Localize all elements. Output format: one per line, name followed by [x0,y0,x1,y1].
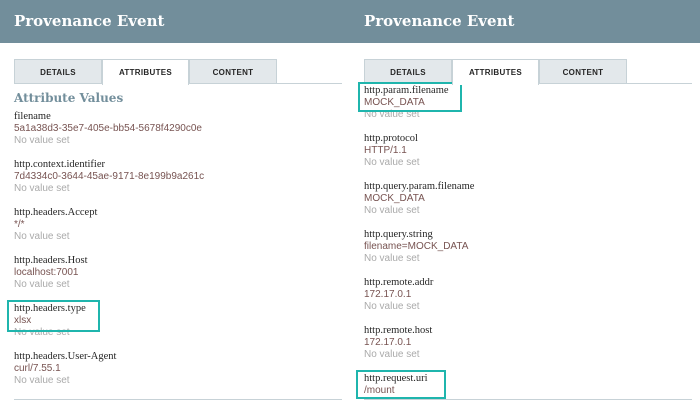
tab-content[interactable]: CONTENT [539,59,627,84]
attribute-item: http.query.param.filename MOCK_DATA No v… [364,180,694,228]
attribute-item: http.headers.User-Agent curl/7.55.1 No v… [14,350,344,398]
attribute-values-heading: Attribute Values [14,91,124,105]
attribute-name: http.request.uri [364,373,428,384]
tab-bar: DETAILS ATTRIBUTES CONTENT [364,59,692,85]
attribute-item: http.remote.host 172.17.0.1 No value set [364,324,694,372]
attribute-value: xlsx [14,315,32,326]
attribute-value: HTTP/1.1 [364,145,407,156]
attribute-item: filename 5a1a38d3-35e7-405e-bb54-5678f42… [14,110,344,158]
attribute-name: http.query.string [364,229,433,240]
attribute-list: filename 5a1a38d3-35e7-405e-bb54-5678f42… [14,110,344,398]
panel-bottom-divider [364,399,692,400]
attribute-item: http.headers.Host localhost:7001 No valu… [14,254,344,302]
attribute-previous-value: No value set [364,157,420,168]
attribute-name: http.context.identifier [14,159,105,170]
attribute-previous-value: No value set [14,135,70,146]
attribute-previous-value: No value set [364,301,420,312]
attribute-value: 7d4334c0-3644-45ae-9171-8e199b9a261c [14,171,205,182]
tab-details[interactable]: DETAILS [14,59,102,84]
attribute-value: filename=MOCK_DATA [364,241,469,252]
attribute-previous-value: No value set [14,375,70,386]
attribute-name: http.remote.host [364,325,433,336]
attribute-name: http.headers.Accept [14,207,98,218]
attribute-value: MOCK_DATA [364,97,425,108]
attribute-previous-value: No value set [364,205,420,216]
attribute-list: http.param.filename MOCK_DATA No value s… [364,84,694,401]
attribute-name: http.headers.Host [14,255,88,266]
attribute-name: http.headers.type [14,303,86,314]
attribute-name: http.query.param.filename [364,181,475,192]
attribute-previous-value: No value set [364,253,420,264]
attribute-value: /mount [364,385,395,396]
attribute-value: 172.17.0.1 [364,289,412,300]
attribute-name: http.param.filename [364,85,449,96]
attribute-item-highlighted: http.headers.type xlsx No value set [14,302,344,350]
attribute-name: http.headers.User-Agent [14,351,117,362]
attribute-name: http.remote.addr [364,277,434,288]
panel-header-title: Provenance Event [350,0,700,43]
tab-content[interactable]: CONTENT [189,59,277,84]
attribute-item: http.headers.Accept */* No value set [14,206,344,254]
attribute-value: */* [14,219,25,230]
attribute-value: 5a1a38d3-35e7-405e-bb54-5678f4290c0e [14,123,202,134]
panel-divider [349,43,350,401]
panel-bottom-divider [14,399,342,400]
attribute-value: curl/7.55.1 [14,363,61,374]
attribute-previous-value: No value set [14,183,70,194]
attribute-item-highlighted: http.param.filename MOCK_DATA No value s… [364,84,694,132]
tab-details[interactable]: DETAILS [364,59,452,84]
provenance-event-panel-left: Provenance Event DETAILS ATTRIBUTES CONT… [0,0,350,401]
attribute-item-highlighted: http.request.uri /mount [364,372,694,401]
attribute-value: MOCK_DATA [364,193,425,204]
attribute-previous-value: No value set [14,327,70,338]
panel-header-title: Provenance Event [0,0,350,43]
attribute-value: localhost:7001 [14,267,79,278]
attribute-name: http.protocol [364,133,418,144]
tab-bar: DETAILS ATTRIBUTES CONTENT [14,59,342,85]
attribute-previous-value: No value set [14,279,70,290]
attribute-previous-value: No value set [364,349,420,360]
tab-attributes[interactable]: ATTRIBUTES [102,59,189,85]
provenance-event-panel-right: Provenance Event DETAILS ATTRIBUTES CONT… [350,0,700,401]
attribute-value: 172.17.0.1 [364,337,412,348]
attribute-name: filename [14,111,51,122]
attribute-previous-value: No value set [364,109,420,120]
attribute-item: http.context.identifier 7d4334c0-3644-45… [14,158,344,206]
attribute-item: http.query.string filename=MOCK_DATA No … [364,228,694,276]
attribute-item: http.remote.addr 172.17.0.1 No value set [364,276,694,324]
tab-attributes[interactable]: ATTRIBUTES [452,59,539,85]
attribute-item: http.protocol HTTP/1.1 No value set [364,132,694,180]
attribute-previous-value: No value set [14,231,70,242]
